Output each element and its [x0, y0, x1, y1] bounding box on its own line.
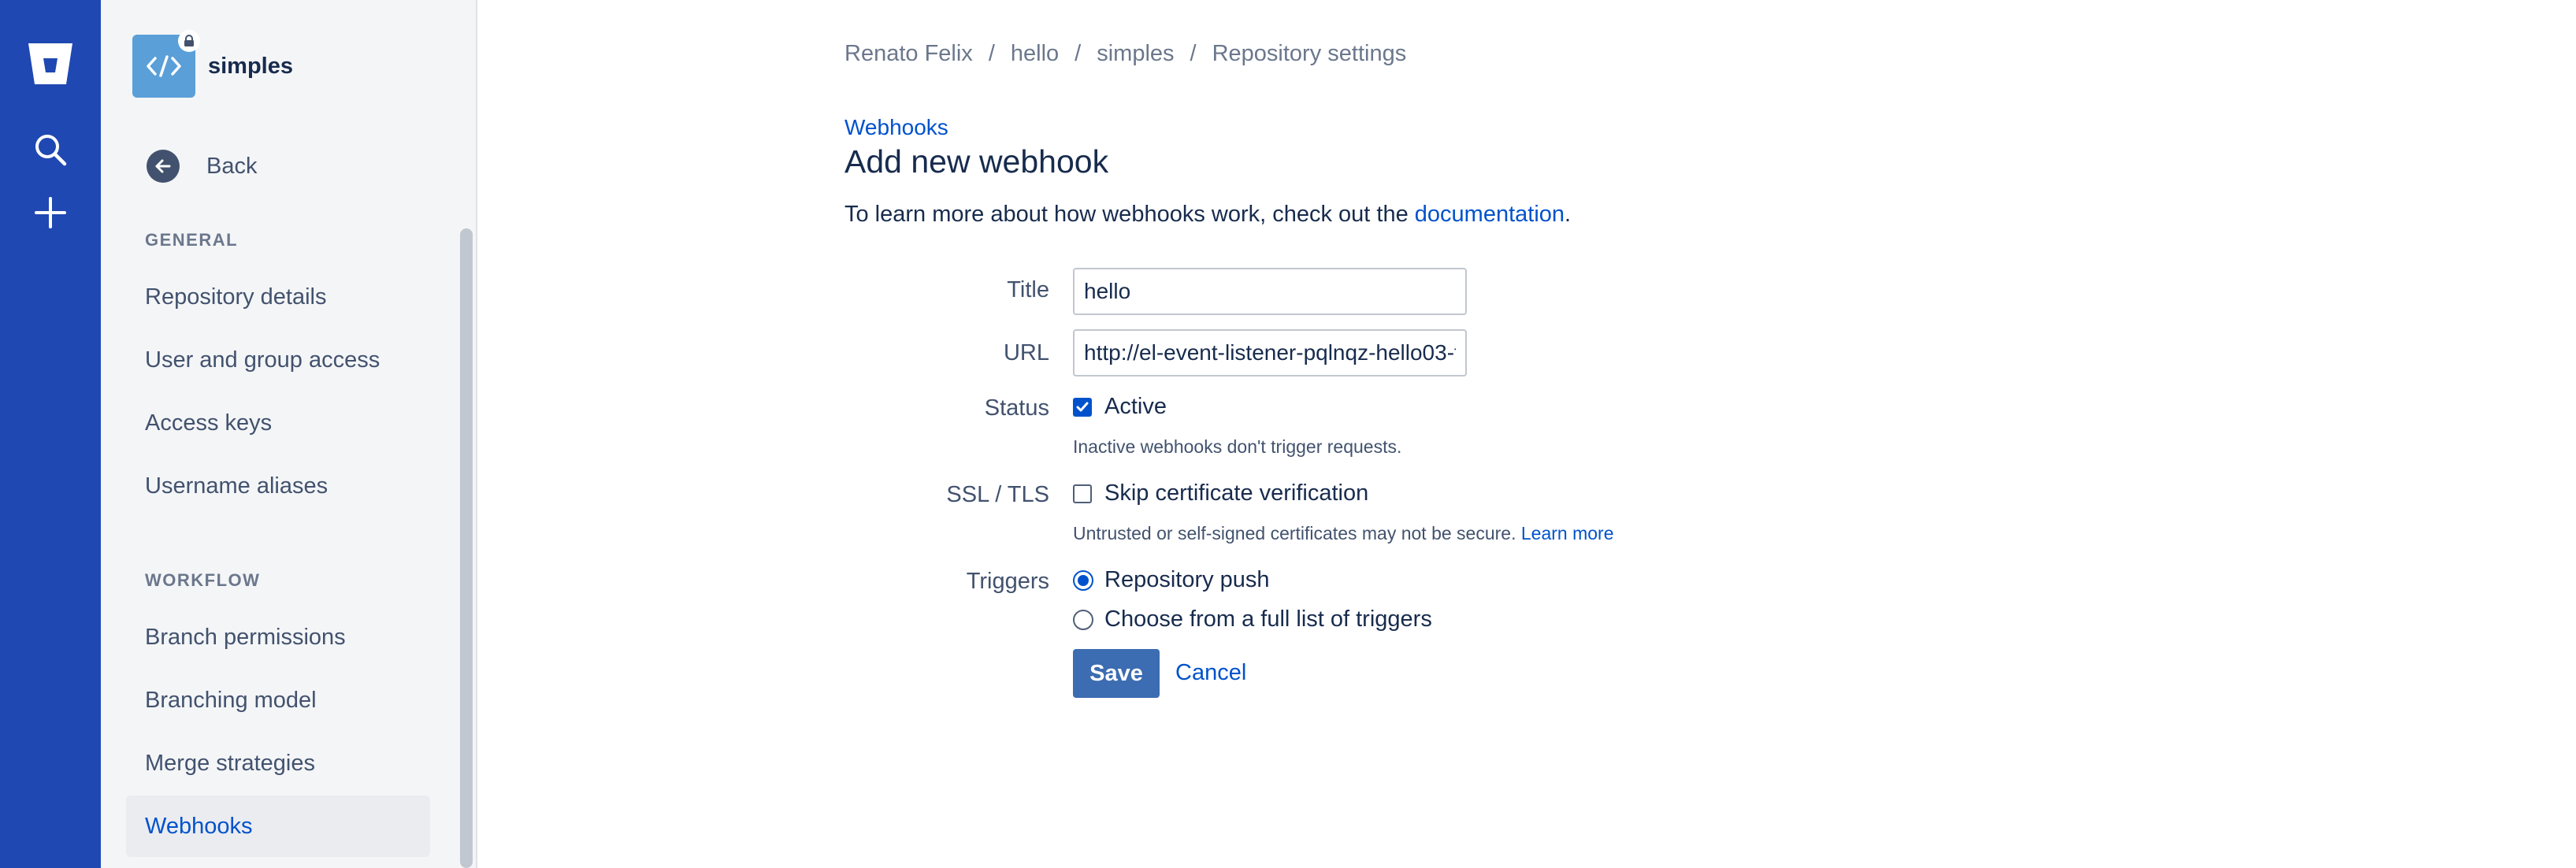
section-label-general: GENERAL [145, 230, 239, 250]
section-label-workflow: WORKFLOW [145, 570, 261, 590]
trigger-repository-push-radio[interactable]: Repository push [1073, 567, 1270, 593]
bitbucket-logo-icon[interactable] [0, 41, 101, 87]
sidebar-item-branching-model[interactable]: Branching model [126, 670, 430, 731]
breadcrumb-separator: / [1190, 41, 1197, 66]
learn-more-link[interactable]: Learn more [1521, 523, 1614, 543]
back-label: Back [206, 153, 258, 179]
repo-avatar [132, 30, 200, 98]
breadcrumb-item-repository[interactable]: simples [1097, 41, 1174, 67]
intro-text-end: . [1565, 202, 1572, 227]
breadcrumb-item-settings[interactable]: Repository settings [1212, 41, 1407, 67]
checkbox-checked-icon [1073, 397, 1092, 417]
skip-certificate-verification-label: Skip certificate verification [1104, 480, 1369, 506]
status-label: Status [984, 395, 1049, 421]
trigger-full-list-radio[interactable]: Choose from a full list of triggers [1073, 606, 1432, 632]
search-icon[interactable] [0, 132, 101, 167]
url-input[interactable] [1073, 329, 1467, 377]
breadcrumb: Renato Felix / hello / simples / Reposit… [844, 41, 1406, 67]
title-label: Title [1007, 277, 1049, 302]
intro-text-body: To learn more about how webhooks work, c… [844, 202, 1415, 227]
documentation-link[interactable]: documentation [1415, 202, 1565, 227]
webhooks-link[interactable]: Webhooks [844, 115, 948, 140]
sidebar-item-repository-details[interactable]: Repository details [126, 266, 430, 328]
radio-unselected-icon [1073, 609, 1093, 630]
sidebar-item-access-keys[interactable]: Access keys [126, 392, 430, 454]
sidebar-item-merge-strategies[interactable]: Merge strategies [126, 733, 430, 794]
back-button[interactable]: Back [147, 150, 257, 183]
cancel-link[interactable]: Cancel [1175, 660, 1246, 686]
sidebar-item-username-aliases[interactable]: Username aliases [126, 455, 430, 517]
trigger-repository-push-label: Repository push [1104, 567, 1270, 592]
ssl-tls-label: SSL / TLS [946, 482, 1049, 507]
global-nav [0, 0, 101, 868]
intro-text: To learn more about how webhooks work, c… [844, 202, 1571, 228]
page-title: Add new webhook [844, 143, 1109, 180]
breadcrumb-item-project[interactable]: hello [1011, 41, 1059, 67]
create-icon[interactable] [0, 195, 101, 230]
arrow-left-icon [147, 150, 180, 183]
ssl-help-text: Untrusted or self-signed certificates ma… [1073, 523, 1614, 544]
lock-icon [178, 30, 200, 52]
triggers-label: Triggers [966, 569, 1049, 594]
sidebar-item-webhooks[interactable]: Webhooks [126, 796, 430, 857]
status-help-text: Inactive webhooks don't trigger requests… [1073, 436, 1402, 457]
code-icon [147, 55, 181, 77]
url-label: URL [1003, 340, 1049, 365]
repo-name: simples [208, 53, 293, 79]
breadcrumb-separator: / [1075, 41, 1082, 66]
breadcrumb-separator: / [988, 41, 995, 66]
status-active-label: Active [1104, 394, 1167, 419]
status-active-checkbox[interactable]: Active [1073, 394, 1167, 420]
sidebar-item-user-and-group-access[interactable]: User and group access [126, 329, 430, 391]
sidebar-scrollbar[interactable] [460, 228, 473, 868]
radio-selected-icon [1073, 569, 1093, 591]
save-button[interactable]: Save [1073, 649, 1160, 698]
checkbox-unchecked-icon [1073, 484, 1092, 503]
skip-certificate-verification-checkbox[interactable]: Skip certificate verification [1073, 480, 1368, 506]
sidebar-item-branch-permissions[interactable]: Branch permissions [126, 606, 430, 668]
repo-header[interactable]: simples [132, 30, 293, 98]
ssl-help-body: Untrusted or self-signed certificates ma… [1073, 523, 1521, 543]
sidebar: simples Back GENERAL Repository details … [101, 0, 477, 868]
trigger-full-list-label: Choose from a full list of triggers [1104, 606, 1432, 632]
breadcrumb-item-owner[interactable]: Renato Felix [844, 41, 973, 67]
title-input[interactable] [1073, 268, 1467, 315]
